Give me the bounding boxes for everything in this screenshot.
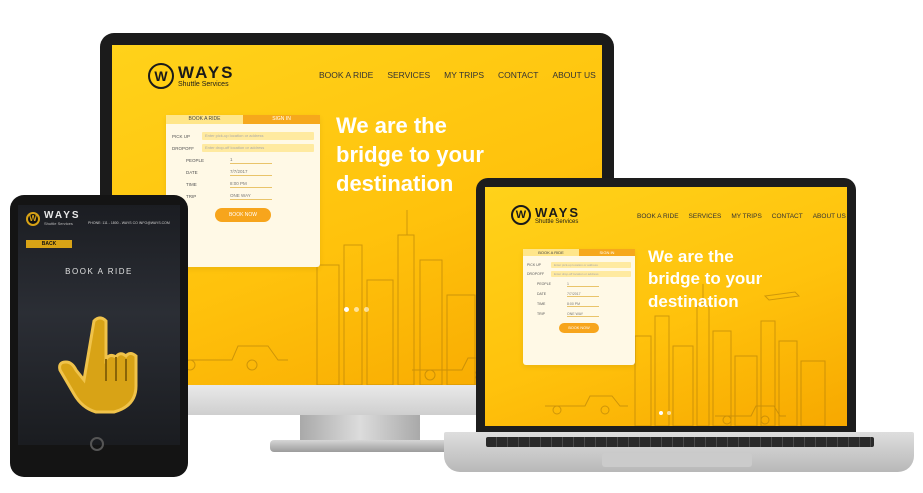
- people-row: PEOPLE 1: [172, 156, 314, 164]
- laptop: W WAYS Shuttle Services BOOK A RIDE SERV…: [476, 178, 856, 434]
- trip-label: TRIP: [186, 193, 197, 199]
- brand-name: WAYS: [535, 204, 581, 220]
- laptop-trackpad: [602, 453, 752, 467]
- time-row: TIME 8:00 PM: [527, 301, 631, 307]
- tab-sign-in[interactable]: SIGN IN: [579, 249, 635, 256]
- time-select[interactable]: 8:00 PM: [567, 301, 599, 307]
- device-mockup-stage: W WAYS Shuttle Services BOOK A RIDE SERV…: [0, 0, 923, 493]
- main-nav: BOOK A RIDE SERVICES MY TRIPS CONTACT AB…: [319, 70, 596, 80]
- trip-row: TRIP ONE WAY: [172, 192, 314, 200]
- booking-form: BOOK A RIDE SIGN IN PICK UP Enter pick-u…: [523, 249, 635, 365]
- nav-contact[interactable]: CONTACT: [498, 70, 538, 80]
- carousel-dot[interactable]: [344, 307, 349, 312]
- brand-name: WAYS: [44, 210, 81, 221]
- date-label: DATE: [537, 292, 547, 296]
- tablet-contact-text: PHONE: 111 - 1800 - WAYS CO INFO@WAYS.CO…: [88, 221, 170, 225]
- people-select[interactable]: 1: [230, 156, 272, 164]
- carousel-dots: [659, 411, 671, 415]
- laptop-keyboard: [486, 437, 874, 447]
- date-select[interactable]: 7/7/2017: [230, 168, 272, 176]
- brand-logo[interactable]: W WAYS Shuttle Services: [26, 211, 81, 226]
- trip-select[interactable]: ONE WAY: [567, 311, 599, 317]
- monitor-base: [270, 440, 450, 452]
- nav-services[interactable]: SERVICES: [689, 213, 722, 220]
- nav-my-trips[interactable]: MY TRIPS: [731, 213, 761, 220]
- nav-my-trips[interactable]: MY TRIPS: [444, 70, 484, 80]
- carousel-dots: [344, 307, 369, 312]
- date-select[interactable]: 7/7/2017: [567, 291, 599, 297]
- nav-about-us[interactable]: ABOUT US: [813, 213, 846, 220]
- hero-line-1: We are the: [336, 113, 447, 138]
- trip-row: TRIP ONE WAY: [527, 311, 631, 317]
- time-row: TIME 8:00 PM: [172, 180, 314, 188]
- date-row: DATE 7/7/2017: [172, 168, 314, 176]
- tablet: W WAYS Shuttle Services PHONE: 111 - 180…: [10, 195, 188, 477]
- trip-label: TRIP: [537, 312, 545, 316]
- pointing-hand-icon: [58, 316, 138, 414]
- pickup-input[interactable]: Enter pick-up location or address: [551, 262, 631, 268]
- dropoff-input[interactable]: Enter drop-off location or address: [551, 271, 631, 277]
- people-row: PEOPLE 1: [527, 281, 631, 287]
- nav-services[interactable]: SERVICES: [387, 70, 430, 80]
- carousel-dot[interactable]: [659, 411, 663, 415]
- people-label: PEOPLE: [537, 282, 552, 286]
- back-button[interactable]: BACK: [26, 240, 72, 248]
- nav-book-a-ride[interactable]: BOOK A RIDE: [637, 213, 679, 220]
- logo-pin-icon: W: [148, 63, 174, 89]
- brand-tagline: Shuttle Services: [178, 81, 229, 88]
- brand-tagline: Shuttle Services: [535, 218, 579, 225]
- dropoff-row: DROPOFF Enter drop-off location or addre…: [172, 144, 314, 152]
- brand-name: WAYS: [178, 63, 235, 82]
- time-label: TIME: [537, 302, 546, 306]
- pickup-label: PICK UP: [172, 133, 191, 139]
- date-row: DATE 7/7/2017: [527, 291, 631, 297]
- carousel-dot[interactable]: [364, 307, 369, 312]
- logo-pin-icon: W: [511, 205, 531, 225]
- date-label: DATE: [186, 169, 198, 175]
- main-nav: BOOK A RIDE SERVICES MY TRIPS CONTACT AB…: [637, 213, 846, 220]
- dropoff-label: DROPOFF: [172, 145, 194, 151]
- pickup-row: PICK UP Enter pick-up location or addres…: [172, 132, 314, 140]
- carousel-dot[interactable]: [354, 307, 359, 312]
- pickup-row: PICK UP Enter pick-up location or addres…: [527, 262, 631, 268]
- nav-about-us[interactable]: ABOUT US: [552, 70, 595, 80]
- carousel-dot[interactable]: [667, 411, 671, 415]
- hero-line-2: bridge to your: [336, 142, 484, 168]
- tablet-screen: W WAYS Shuttle Services PHONE: 111 - 180…: [18, 205, 180, 445]
- tablet-home-button[interactable]: [90, 437, 104, 451]
- hero-line-3: destination: [648, 291, 739, 311]
- book-now-button[interactable]: BOOK NOW: [559, 323, 599, 333]
- hero-line-2: bridge to your: [648, 269, 763, 289]
- trip-select[interactable]: ONE WAY: [230, 192, 272, 200]
- hero-heading: We are the bridge to your destination: [336, 111, 484, 198]
- logo-pin-icon: W: [26, 211, 40, 226]
- brand-tagline: Shuttle Services: [44, 221, 73, 226]
- hero-line-1: We are the: [648, 247, 734, 266]
- tablet-page-title: BOOK A RIDE: [65, 267, 133, 276]
- brand-logo[interactable]: W WAYS Shuttle Services: [511, 205, 580, 225]
- tab-book-a-ride[interactable]: BOOK A RIDE: [166, 115, 243, 124]
- brand-logo[interactable]: W WAYS Shuttle Services: [148, 63, 235, 89]
- pickup-label: PICK UP: [527, 263, 542, 267]
- nav-contact[interactable]: CONTACT: [772, 213, 803, 220]
- time-select[interactable]: 8:00 PM: [230, 180, 272, 188]
- hero-line-3: destination: [336, 171, 454, 197]
- laptop-screen: W WAYS Shuttle Services BOOK A RIDE SERV…: [485, 187, 847, 426]
- form-tabs: BOOK A RIDE SIGN IN: [523, 249, 635, 256]
- nav-book-a-ride[interactable]: BOOK A RIDE: [319, 70, 373, 80]
- booking-form: BOOK A RIDE SIGN IN PICK UP Enter pick-u…: [166, 115, 320, 267]
- hero-heading: We are the bridge to your destination: [648, 246, 762, 313]
- people-label: PEOPLE: [186, 157, 205, 163]
- people-select[interactable]: 1: [567, 281, 599, 287]
- tab-sign-in[interactable]: SIGN IN: [243, 115, 320, 124]
- dropoff-input[interactable]: Enter drop-off location or address: [202, 144, 314, 152]
- form-tabs: BOOK A RIDE SIGN IN: [166, 115, 320, 124]
- tab-book-a-ride[interactable]: BOOK A RIDE: [523, 249, 579, 256]
- dropoff-row: DROPOFF Enter drop-off location or addre…: [527, 271, 631, 277]
- book-now-button[interactable]: BOOK NOW: [215, 208, 271, 222]
- time-label: TIME: [186, 181, 197, 187]
- dropoff-label: DROPOFF: [527, 272, 545, 276]
- pickup-input[interactable]: Enter pick-up location or address: [202, 132, 314, 140]
